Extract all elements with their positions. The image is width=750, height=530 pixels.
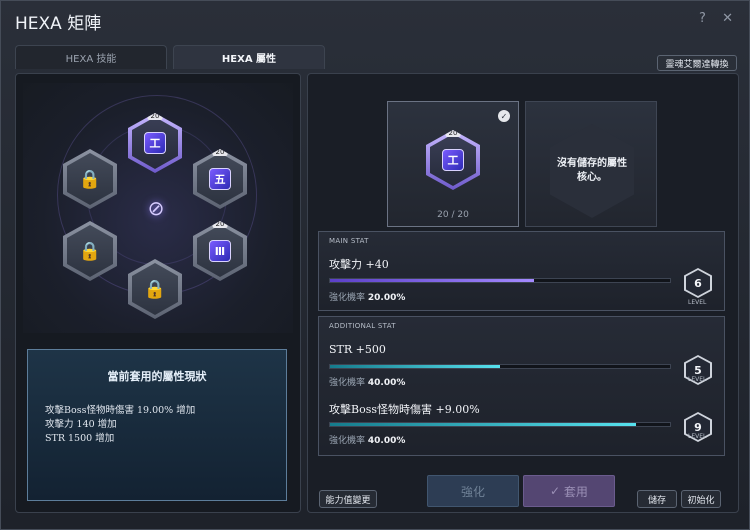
applied-stat-status: 當前套用的屬性現狀 攻擊Boss怪物時傷害 19.00% 增加 攻擊力 140 … — [27, 349, 287, 501]
center-core-icon: ⊘ — [147, 196, 165, 220]
no-core-text: 沒有儲存的屬性核心。 — [557, 158, 627, 183]
hexa-matrix-window: HEXA 矩陣 ? ✕ HEXA 技能 HEXA 屬性 靈魂艾爾達轉換 工 20… — [0, 0, 750, 530]
empty-core-hex: 沒有儲存的屬性核心。 — [550, 124, 634, 218]
status-title: 當前套用的屬性現狀 — [107, 370, 207, 383]
empty-core-card[interactable]: 沒有儲存的屬性核心。 — [525, 101, 657, 227]
hexa-matrix-circle: 工 20 五 20 Ⅲ 20 🔒 🔒 🔒 ⊘ — [23, 83, 293, 333]
main-stat-name: 攻擊力 +40 — [329, 258, 389, 271]
stat-core-icon: Ⅲ — [209, 240, 231, 262]
additional-stat-rate: 強化機率 40.00% — [329, 436, 406, 446]
lock-icon: 🔒 — [78, 168, 102, 190]
progress-fill — [330, 279, 534, 282]
main-stat-box: MAIN STAT 攻擊力 +40 強化機率 20.00% 6 LEVEL — [318, 231, 725, 311]
status-line: 攻擊力 140 增加 — [45, 419, 117, 430]
tab-hexa-skill[interactable]: HEXA 技能 — [15, 45, 167, 69]
tab-hexa-stat[interactable]: HEXA 屬性 — [173, 45, 325, 69]
main-stat-progress — [329, 278, 671, 283]
main-stat-header: MAIN STAT — [329, 237, 369, 245]
core-count: 20 / 20 — [437, 210, 469, 220]
additional-stat-progress — [329, 364, 671, 369]
level-label: LEVEL — [688, 299, 707, 306]
stat-core-card[interactable]: ✓ 工 20 20 / 20 — [387, 101, 519, 227]
change-stat-button[interactable]: 能力值變更 — [319, 490, 377, 508]
additional-stat-name: 攻擊Boss怪物時傷害 +9.00% — [329, 403, 480, 416]
progress-fill — [330, 423, 636, 426]
stat-core-icon: 工 — [442, 149, 464, 171]
main-stat-level: 6 — [684, 268, 712, 298]
level-label: LEVEL — [688, 376, 707, 383]
help-icon[interactable]: ? — [699, 11, 712, 26]
additional-stat-name: STR +500 — [329, 343, 386, 356]
enhance-button[interactable]: 強化 — [427, 475, 519, 507]
additional-stat-header: ADDITIONAL STAT — [329, 322, 396, 330]
core-level-badge: 20 — [445, 130, 461, 137]
stat-core-slot: 工 20 — [426, 130, 480, 190]
window-controls: ? ✕ — [699, 11, 739, 26]
lock-icon: 🔒 — [78, 240, 102, 262]
status-line: 攻擊Boss怪物時傷害 19.00% 增加 — [45, 405, 196, 416]
additional-stat-rate: 強化機率 40.00% — [329, 378, 406, 388]
sol-erda-convert-button[interactable]: 靈魂艾爾達轉換 — [657, 55, 737, 71]
close-icon[interactable]: ✕ — [722, 11, 739, 26]
status-line: STR 1500 增加 — [45, 433, 115, 444]
window-title: HEXA 矩陣 — [15, 14, 102, 34]
additional-stat-progress — [329, 422, 671, 427]
level-label: LEVEL — [688, 433, 707, 440]
stat-core-icon: 五 — [209, 168, 231, 190]
check-icon: ✓ — [550, 484, 564, 498]
check-icon: ✓ — [498, 110, 510, 122]
progress-fill — [330, 365, 500, 368]
stat-core-icon: 工 — [144, 132, 166, 154]
reset-button[interactable]: 初始化 — [681, 490, 721, 508]
apply-button[interactable]: ✓ 套用 — [523, 475, 615, 507]
lock-icon: 🔒 — [143, 278, 167, 300]
additional-stat-box: ADDITIONAL STAT STR +500 強化機率 40.00% 5 L… — [318, 316, 725, 456]
save-button[interactable]: 儲存 — [637, 490, 677, 508]
main-stat-rate: 強化機率 20.00% — [329, 293, 406, 303]
